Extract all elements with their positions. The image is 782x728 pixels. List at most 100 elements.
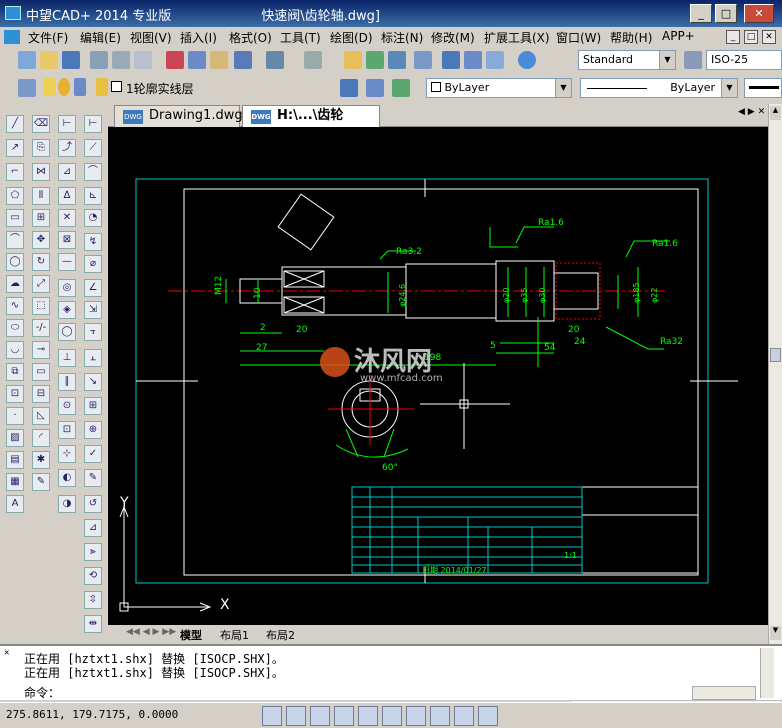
layer-name[interactable]: 1轮廓实线层 — [126, 80, 194, 97]
linetype-select[interactable]: ByLayer ▼ — [580, 78, 738, 98]
color-select[interactable]: ByLayer ▼ — [426, 78, 572, 98]
arc-icon[interactable]: ⌒ — [6, 231, 24, 249]
dim-continue-icon[interactable]: ⫠ — [84, 349, 102, 367]
ray-icon[interactable]: ↗ — [6, 139, 24, 157]
bulb-icon[interactable] — [44, 78, 56, 96]
undo-icon[interactable] — [266, 51, 284, 69]
layer-print-icon[interactable] — [74, 78, 86, 96]
dim-diameter-icon[interactable]: ⌀ — [84, 255, 102, 273]
dim-update-icon[interactable]: ↺ — [84, 495, 102, 513]
redo-icon[interactable] — [304, 51, 322, 69]
mdi-minimize-button[interactable]: _ — [726, 30, 740, 44]
pan-icon[interactable] — [344, 51, 362, 69]
design-center-icon[interactable] — [464, 51, 482, 69]
dim-style-manager-icon[interactable]: ⊿ — [84, 519, 102, 537]
offset-icon[interactable]: ⫴ — [32, 187, 50, 205]
sun-icon[interactable] — [58, 78, 70, 96]
dim-baseline-icon[interactable]: ⫟ — [84, 323, 102, 341]
app-icon[interactable] — [5, 6, 21, 20]
tab-drawing1[interactable]: DWG Drawing1.dwg — [114, 105, 243, 127]
menu-insert[interactable]: 插入(I) — [180, 29, 217, 46]
dim-edit-icon[interactable]: ✓ — [84, 445, 102, 463]
layer-previous-icon[interactable] — [366, 79, 384, 97]
close-icon[interactable]: ✕ — [4, 648, 9, 658]
circle-icon[interactable]: ◯ — [6, 253, 24, 271]
mirror-icon[interactable]: ⋈ — [32, 163, 50, 181]
vertical-scrollbar[interactable]: ▲ ▼ — [768, 104, 782, 644]
table-icon[interactable]: ▦ — [6, 473, 24, 491]
snap-apparent-icon[interactable]: ⊠ — [58, 231, 76, 249]
line-icon[interactable]: ╱ — [6, 115, 24, 133]
extend-icon[interactable]: ⊸ — [32, 341, 50, 359]
menu-draw[interactable]: 绘图(D) — [330, 29, 373, 46]
layout-nav-arrows[interactable]: ◀◀ ◀ ▶ ▶▶ — [126, 627, 176, 637]
break-icon[interactable]: ▭ — [32, 363, 50, 381]
dim-style-icon[interactable] — [684, 51, 702, 69]
center-mark-icon[interactable]: ⊕ — [84, 421, 102, 439]
gradient-icon[interactable]: ▤ — [6, 451, 24, 469]
help-icon[interactable] — [518, 51, 536, 69]
snap-intersection-icon[interactable]: ✕ — [58, 209, 76, 227]
zoom-realtime-icon[interactable] — [366, 51, 384, 69]
match-properties-icon[interactable] — [234, 51, 252, 69]
print-icon[interactable] — [90, 51, 108, 69]
polar-toggle-icon[interactable] — [334, 706, 354, 726]
open-icon[interactable] — [40, 51, 58, 69]
menu-view[interactable]: 视图(V) — [130, 29, 172, 46]
maximize-button[interactable]: □ — [715, 4, 737, 23]
tab-layout2[interactable]: 布局2 — [266, 627, 295, 643]
snap-nearest-icon[interactable]: ⊹ — [58, 445, 76, 463]
menu-extend-tools[interactable]: 扩展工具(X) — [484, 29, 550, 46]
tolerance-icon[interactable]: ⊞ — [84, 397, 102, 415]
close-button[interactable]: ✕ — [744, 4, 774, 23]
zoom-window-icon[interactable] — [388, 51, 406, 69]
dyn-toggle-icon[interactable] — [406, 706, 426, 726]
tab-model[interactable]: 模型 — [180, 627, 202, 643]
scroll-down-button[interactable]: ▼ — [770, 626, 781, 640]
make-block-icon[interactable]: ⊡ — [6, 385, 24, 403]
rotate-icon[interactable]: ↻ — [32, 253, 50, 271]
join-icon[interactable]: ⊟ — [32, 385, 50, 403]
layer-state-icon[interactable] — [392, 79, 410, 97]
menu-help[interactable]: 帮助(H) — [610, 29, 652, 46]
chamfer-icon[interactable]: ◺ — [32, 407, 50, 425]
dim-aligned-icon[interactable]: ⟋ — [84, 139, 102, 157]
polyline-icon[interactable]: ⌐ — [6, 163, 24, 181]
command-window[interactable]: ✕ 正在用 [hztxt1.shx] 替换 [ISOCP.SHX]。 正在用 [… — [0, 644, 782, 700]
insert-block-icon[interactable]: ⧉ — [6, 363, 24, 381]
text-style-select[interactable]: Standard ▼ — [578, 50, 676, 70]
minimize-button[interactable]: _ — [690, 4, 712, 23]
menu-window[interactable]: 窗口(W) — [556, 29, 601, 46]
fillet-icon[interactable]: ◜ — [32, 429, 50, 447]
scale-icon[interactable]: ⤢ — [32, 275, 50, 293]
copy-object-icon[interactable]: ⎘ — [32, 139, 50, 157]
doc-icon[interactable] — [4, 30, 20, 44]
cut-icon[interactable] — [166, 51, 184, 69]
osnap-toggle-icon[interactable] — [358, 706, 378, 726]
snap-perpendicular-icon[interactable]: ⊥ — [58, 349, 76, 367]
preview-icon[interactable] — [112, 51, 130, 69]
dim-angular-icon[interactable]: ∠ — [84, 279, 102, 297]
osnap-temp-icon[interactable]: ⊢ — [58, 115, 76, 133]
snap-midpoint-icon[interactable]: ∆ — [58, 187, 76, 205]
snap-tangent-icon[interactable]: ◯ — [58, 323, 76, 341]
dim-ordinate-icon[interactable]: ⊾ — [84, 187, 102, 205]
command-scrollbar[interactable] — [760, 648, 774, 698]
point-icon[interactable]: · — [6, 407, 24, 425]
dim-radius-icon[interactable]: ◔ — [84, 209, 102, 227]
explode-icon[interactable]: ✱ — [32, 451, 50, 469]
ellipse-arc-icon[interactable]: ◡ — [6, 341, 24, 359]
new-icon[interactable] — [18, 51, 36, 69]
quick-dim-icon[interactable]: ⇲ — [84, 301, 102, 319]
command-prompt[interactable]: 命令： — [24, 684, 60, 701]
snap-extension-icon[interactable]: — — [58, 253, 76, 271]
stretch-icon[interactable]: ⬚ — [32, 297, 50, 315]
hatch-icon[interactable]: ▨ — [6, 429, 24, 447]
snap-from-icon[interactable]: ⤴ — [58, 139, 76, 157]
polygon-icon[interactable]: ⬠ — [6, 187, 24, 205]
snap-endpoint-icon[interactable]: ⊿ — [58, 163, 76, 181]
menu-tools[interactable]: 工具(T) — [280, 29, 321, 46]
model-toggle-icon[interactable] — [454, 706, 474, 726]
tab-gear-shaft[interactable]: DWGH:\...\齿轮轴.dwg — [242, 105, 380, 143]
revcloud-icon[interactable]: ☁ — [6, 275, 24, 293]
